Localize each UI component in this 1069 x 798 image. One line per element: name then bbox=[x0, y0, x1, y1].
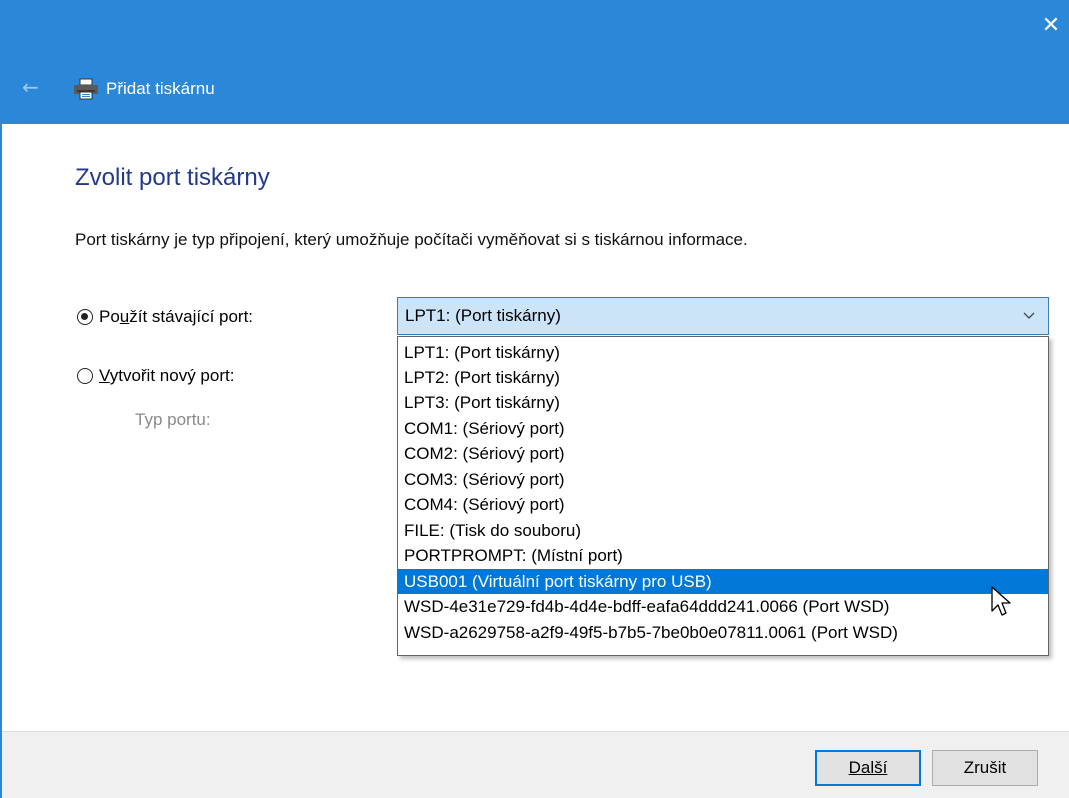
new-port-radio[interactable] bbox=[77, 368, 93, 384]
printer-icon bbox=[74, 78, 98, 100]
cancel-button[interactable]: Zrušit bbox=[932, 750, 1038, 786]
port-type-label: Typ portu: bbox=[135, 410, 211, 429]
title-bar bbox=[0, 0, 1069, 124]
dropdown-option[interactable]: FILE: (Tisk do souboru) bbox=[398, 518, 1048, 543]
new-port-radio-row[interactable]: Vytvořit nový port: bbox=[77, 366, 234, 386]
back-arrow-icon[interactable]: ← bbox=[22, 76, 44, 98]
existing-port-radio[interactable] bbox=[77, 309, 93, 325]
window-title: Přidat tiskárnu bbox=[106, 79, 215, 98]
existing-port-label: Použít stávající port: bbox=[99, 307, 254, 326]
chevron-down-icon[interactable] bbox=[1022, 309, 1036, 323]
dropdown-option[interactable]: PORTPROMPT: (Místní port) bbox=[398, 543, 1048, 568]
new-port-label: Vytvořit nový port: bbox=[99, 366, 235, 385]
port-select[interactable]: LPT1: (Port tiskárny) bbox=[397, 297, 1049, 335]
dropdown-option[interactable]: COM4: (Sériový port) bbox=[398, 492, 1048, 517]
port-select-value: LPT1: (Port tiskárny) bbox=[405, 306, 561, 325]
close-icon[interactable]: ✕ bbox=[1039, 14, 1063, 38]
dropdown-option[interactable]: COM2: (Sériový port) bbox=[398, 441, 1048, 466]
mouse-pointer-icon bbox=[991, 586, 1011, 616]
dropdown-option[interactable]: LPT3: (Port tiskárny) bbox=[398, 390, 1048, 415]
dropdown-option[interactable]: COM3: (Sériový port) bbox=[398, 467, 1048, 492]
dropdown-option-highlighted[interactable]: USB001 (Virtuální port tiskárny pro USB) bbox=[398, 569, 1048, 594]
dropdown-option[interactable]: WSD-a2629758-a2f9-49f5-b7b5-7be0b0e07811… bbox=[398, 620, 1048, 645]
page-title: Zvolit port tiskárny bbox=[75, 164, 270, 191]
dropdown-option[interactable]: WSD-4e31e729-fd4b-4d4e-bdff-eafa64ddd241… bbox=[398, 594, 1048, 619]
description-text: Port tiskárny je typ připojení, který um… bbox=[75, 230, 748, 249]
dropdown-option[interactable]: LPT2: (Port tiskárny) bbox=[398, 365, 1048, 390]
port-dropdown-list[interactable]: LPT1: (Port tiskárny) LPT2: (Port tiskár… bbox=[397, 336, 1049, 656]
dropdown-option[interactable]: LPT1: (Port tiskárny) bbox=[398, 340, 1048, 365]
next-button[interactable]: Další bbox=[815, 750, 921, 786]
window-border bbox=[0, 124, 2, 798]
existing-port-radio-row[interactable]: Použít stávající port: bbox=[77, 307, 253, 327]
dropdown-option[interactable]: COM1: (Sériový port) bbox=[398, 416, 1048, 441]
